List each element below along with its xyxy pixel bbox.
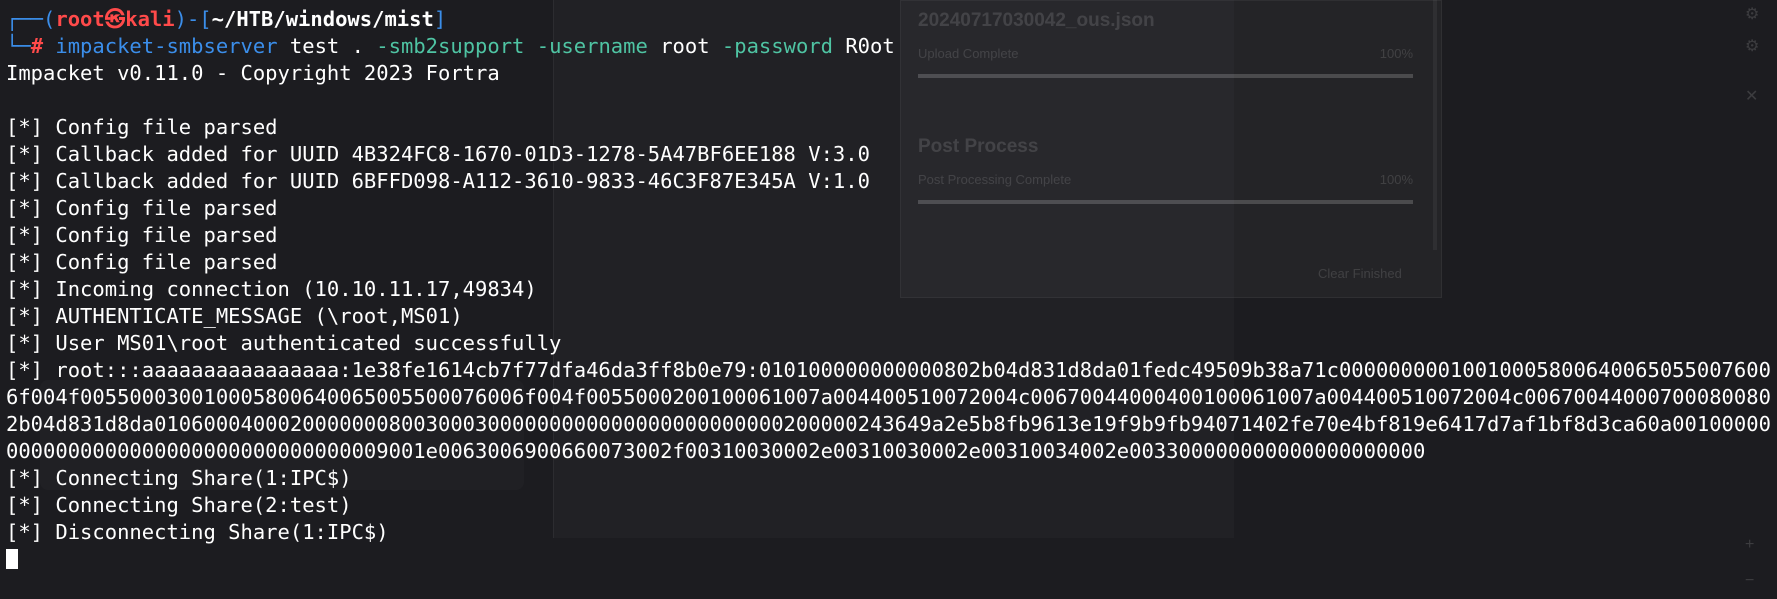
command-name: impacket-smbserver <box>55 34 278 58</box>
output-line-connect-ipc: [*] Connecting Share(1:IPC$) <box>6 466 352 490</box>
output-ntlm-hash: [*] root:::aaaaaaaaaaaaaaaa:1e38fe1614cb… <box>6 358 1771 463</box>
output-line-callback-2: [*] Callback added for UUID 6BFFD098-A11… <box>6 169 870 193</box>
output-line-config-parsed-4: [*] Config file parsed <box>6 250 278 274</box>
output-line-connect-test: [*] Connecting Share(2:test) <box>6 493 352 517</box>
command-username-value: root <box>660 34 710 58</box>
command-flag-smb2support: -smb2support <box>376 34 525 58</box>
output-line-config-parsed-3: [*] Config file parsed <box>6 223 278 247</box>
output-line-authenticate-message: [*] AUTHENTICATE_MESSAGE (\root,MS01) <box>6 304 463 328</box>
terminal-output[interactable]: ┌──(root㉿kali)-[~/HTB/windows/mist] └─# … <box>6 6 1773 573</box>
prompt-frame-bottom: └─ <box>6 34 31 58</box>
output-line-config-parsed: [*] Config file parsed <box>6 115 278 139</box>
prompt-cwd: ~/HTB/windows/mist <box>211 7 434 31</box>
background-minus-icon: − <box>1745 572 1755 589</box>
command-flag-username: -username <box>536 34 648 58</box>
command-share: test <box>289 34 340 58</box>
command-password-value: R0ot <box>845 34 895 58</box>
banner-line: Impacket v0.11.0 - Copyright 2023 Fortra <box>6 61 500 85</box>
prompt-user-host: root㉿kali <box>55 7 175 31</box>
cursor-line <box>6 546 1773 573</box>
prompt-frame-top: ┌──( <box>6 7 56 31</box>
output-line-config-parsed-2: [*] Config file parsed <box>6 196 278 220</box>
output-line-callback-1: [*] Callback added for UUID 4B324FC8-167… <box>6 142 870 166</box>
output-line-incoming-connection: [*] Incoming connection (10.10.11.17,498… <box>6 277 537 301</box>
command-line: └─# impacket-smbserver test . -smb2suppo… <box>6 33 1773 60</box>
command-flag-password: -password <box>721 34 833 58</box>
output-line-disconnect-ipc: [*] Disconnecting Share(1:IPC$) <box>6 520 389 544</box>
command-path: . <box>351 34 364 58</box>
terminal-cursor[interactable] <box>6 549 18 569</box>
prompt-line: ┌──(root㉿kali)-[~/HTB/windows/mist] <box>6 6 1773 33</box>
output-line-authenticated: [*] User MS01\root authenticated success… <box>6 331 562 355</box>
prompt-separator: )-[ <box>174 7 212 31</box>
prompt-close-bracket: ] <box>433 7 447 31</box>
prompt-hash: # <box>30 34 44 58</box>
